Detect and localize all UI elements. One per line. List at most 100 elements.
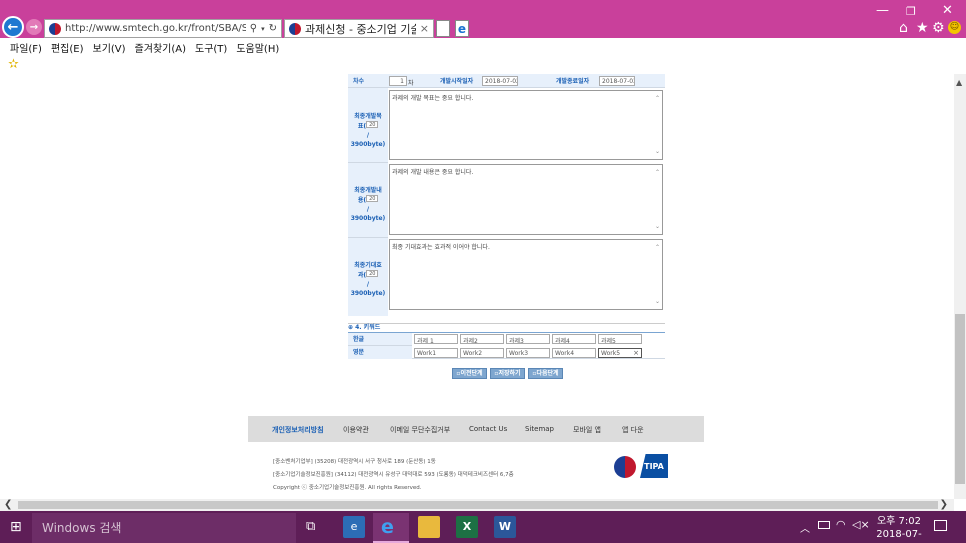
english-keyword-2[interactable]: Work2: [460, 348, 504, 358]
footer-link-email-refuse[interactable]: 이메일 무단수집거부: [390, 425, 450, 435]
goal-textarea[interactable]: 과제의 개발 목표는 중요 합니다. ⌃ ⌄: [389, 90, 663, 160]
address-bar[interactable]: http://www.smtech.go.kr/front/SBA/SA/Sbj…: [44, 19, 282, 38]
clear-input-icon[interactable]: ×: [633, 349, 639, 357]
windows-start-icon[interactable]: ⊞: [10, 519, 22, 535]
footer-link-terms[interactable]: 이용약관: [343, 425, 369, 435]
footer-link-app-download[interactable]: 앱 다운: [622, 425, 644, 435]
taskbar-ie-icon[interactable]: e: [381, 516, 394, 538]
content-label: 최종개발내 용(20 / 3900byte): [350, 186, 386, 223]
restore-icon[interactable]: ❐: [906, 5, 916, 18]
start-date-label: 개발시작일자: [440, 78, 474, 85]
taskbar-word-icon[interactable]: W: [494, 516, 516, 538]
save-button[interactable]: ▫저장하기: [490, 368, 525, 379]
footer-link-sitemap[interactable]: Sitemap: [525, 425, 554, 433]
clock-time: 오후 7:02: [876, 516, 922, 527]
back-button[interactable]: ←: [2, 16, 24, 38]
dropdown-icon[interactable]: ▾: [261, 25, 265, 33]
forward-button[interactable]: →: [26, 19, 42, 35]
korean-keyword-4[interactable]: 과제4: [552, 334, 596, 344]
footer-link-privacy[interactable]: 개인정보처리방침: [272, 425, 324, 435]
taskbar-file-explorer-icon[interactable]: [418, 516, 440, 538]
end-date-input[interactable]: 2018-07-03: [599, 76, 635, 86]
english-keyword-5-text: Work5: [601, 350, 621, 357]
effect-label-line3: / 3900byte): [350, 281, 386, 297]
english-keyword-5[interactable]: Work5 ×: [598, 348, 642, 358]
menu-favorites[interactable]: 즐겨찾기(A): [135, 40, 186, 55]
scroll-right-icon[interactable]: ❯: [940, 499, 948, 510]
minimize-icon[interactable]: —: [876, 3, 889, 18]
english-keyword-4[interactable]: Work4: [552, 348, 596, 358]
address-url[interactable]: http://www.smtech.go.kr/front/SBA/SA/Sbj…: [65, 23, 246, 34]
smiley-feedback-icon[interactable]: ☺: [948, 21, 961, 34]
end-date-label: 개발종료일자: [556, 78, 590, 85]
goal-label-prefix: 표(: [357, 123, 367, 130]
effect-text: 최종 기대효과는 효과적 이어야 합니다.: [392, 244, 490, 251]
new-tab-button[interactable]: [436, 20, 450, 37]
english-label: 영문: [353, 349, 365, 356]
taskbar-search-box[interactable]: Windows 검색: [32, 513, 296, 543]
english-keyword-3[interactable]: Work3: [506, 348, 550, 358]
menu-bar: 파일(F) 편집(E) 보기(V) 즐겨찾기(A) 도구(T) 도움말(H): [0, 38, 966, 56]
volume-icon[interactable]: ◁×: [852, 518, 870, 531]
home-icon[interactable]: ⌂: [899, 20, 908, 36]
footer-link-contact[interactable]: Contact Us: [469, 425, 507, 433]
vertical-scrollbar[interactable]: ▲: [954, 74, 966, 499]
clock-date: 2018-07-02: [876, 529, 922, 543]
form-table: 차수 1 차 개발시작일자 2018-07-02 개발종료일자 2018-07-…: [348, 74, 665, 324]
close-icon[interactable]: ✕: [942, 3, 953, 18]
ie-logo-icon[interactable]: e: [455, 20, 469, 37]
horizontal-scrollbar[interactable]: ❮ ❯: [0, 499, 954, 511]
content-textarea[interactable]: 과제의 개발 내용은 중요 합니다. ⌃ ⌄: [389, 164, 663, 235]
scroll-up-icon[interactable]: ▲: [956, 78, 962, 87]
refresh-icon[interactable]: ↻: [269, 23, 277, 34]
task-view-icon[interactable]: ⧉: [306, 519, 315, 534]
korean-label: 한글: [353, 336, 365, 343]
korean-keyword-1[interactable]: 과제 1: [414, 334, 458, 344]
site-favicon-icon: [49, 22, 61, 35]
menu-tools[interactable]: 도구(T): [195, 40, 227, 55]
effect-label-prefix: 과(: [357, 272, 367, 279]
menu-help[interactable]: 도움말(H): [236, 40, 279, 55]
browser-tab-active[interactable]: 과제신청 - 중소기업 기술개... ×: [284, 19, 434, 38]
tipa-logo: TIPA: [640, 454, 668, 478]
taskbar-excel-icon[interactable]: X: [456, 516, 478, 538]
start-date-input[interactable]: 2018-07-02: [482, 76, 518, 86]
goal-scrollbar[interactable]: ⌃ ⌄: [655, 91, 662, 159]
tab-close-icon[interactable]: ×: [420, 22, 429, 35]
settings-gear-icon[interactable]: ⚙: [932, 20, 945, 36]
korean-keyword-3[interactable]: 과제3: [506, 334, 550, 344]
keyword-table: 한글 과제 1 과제2 과제3 과제4 과제5 영문 Work1 Work2 W…: [348, 332, 665, 359]
effect-scrollbar[interactable]: ⌃ ⌄: [655, 240, 662, 309]
english-keyword-1[interactable]: Work1: [414, 348, 458, 358]
menu-view[interactable]: 보기(V): [93, 40, 126, 55]
korean-keyword-5[interactable]: 과제5: [598, 334, 642, 344]
content-byte-count: 20: [366, 195, 379, 202]
vertical-scroll-thumb[interactable]: [955, 314, 965, 484]
menu-edit[interactable]: 편집(E): [51, 40, 84, 55]
notification-icon[interactable]: [934, 520, 947, 531]
menu-file[interactable]: 파일(F): [10, 40, 42, 55]
favorites-star-icon[interactable]: ★: [916, 20, 929, 36]
horizontal-scroll-thumb[interactable]: [18, 501, 938, 509]
taskbar-app-store-icon[interactable]: e: [343, 516, 365, 538]
scroll-left-icon[interactable]: ❮: [4, 499, 12, 510]
search-icon[interactable]: ⚲: [250, 23, 257, 34]
effect-textarea[interactable]: 최종 기대효과는 효과적 이어야 합니다. ⌃ ⌄: [389, 239, 663, 310]
effect-byte-count: 20: [366, 270, 379, 277]
effect-label-line2: 과(20: [350, 270, 386, 280]
next-step-button[interactable]: ▫다음단계: [528, 368, 563, 379]
korean-keyword-2[interactable]: 과제2: [460, 334, 504, 344]
round-unit: 차: [408, 80, 414, 87]
prev-step-label: 이전단계: [460, 370, 483, 377]
wifi-icon[interactable]: ◠: [836, 518, 846, 531]
prev-step-button[interactable]: ▫이전단계: [452, 368, 487, 379]
battery-icon[interactable]: [818, 521, 830, 529]
content-label-prefix: 용(: [357, 197, 367, 204]
system-clock[interactable]: 오후 7:02 2018-07-02: [870, 515, 928, 543]
footer-link-mobile-app[interactable]: 모바일 앱: [573, 425, 601, 435]
add-favorites-icon[interactable]: ✫: [8, 57, 19, 72]
next-step-label: 다음단계: [536, 370, 559, 377]
tray-chevron-icon[interactable]: ︿: [800, 520, 810, 535]
round-input[interactable]: 1: [389, 76, 407, 86]
content-scrollbar[interactable]: ⌃ ⌄: [655, 165, 662, 234]
